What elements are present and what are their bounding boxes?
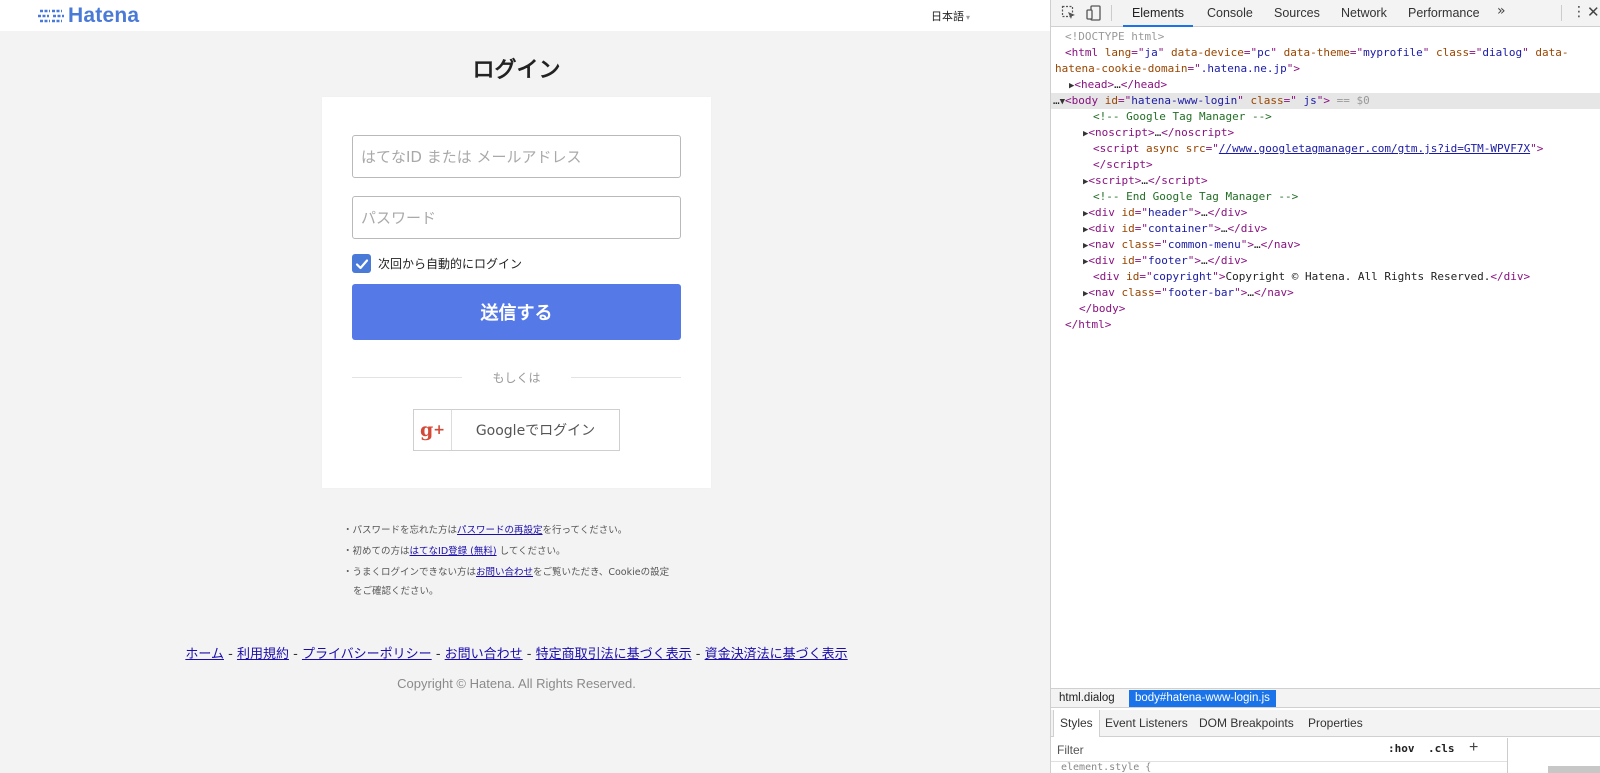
toolbar-divider xyxy=(1561,5,1562,21)
dom-node-selected[interactable]: …▼<body id="hatena-www-login" class=" js… xyxy=(1051,93,1600,109)
dom-node[interactable]: <!-- Google Tag Manager --> xyxy=(1051,109,1600,125)
login-page: Hatena 日本語▾ ログイン 次回から自動的にログイン 送信する もしくは … xyxy=(0,0,1050,773)
dom-node[interactable]: </html> xyxy=(1051,317,1600,333)
tab-dom-breakpoints[interactable]: DOM Breakpoints xyxy=(1193,710,1300,737)
footer-separator: - xyxy=(691,647,705,662)
remember-me-checkbox[interactable] xyxy=(352,254,371,273)
hatena-id-input[interactable] xyxy=(352,135,681,178)
note-contact: ・うまくログインできない方はお問い合わせをご覧いただき、Cookieの設定 xyxy=(343,562,683,583)
dom-node[interactable]: <script async src="//www.googletagmanage… xyxy=(1051,141,1600,157)
note-text: ・パスワードを忘れた方は xyxy=(343,525,458,536)
remember-me-label: 次回から自動的にログイン xyxy=(378,257,523,271)
copyright: Copyright © Hatena. All Rights Reserved. xyxy=(397,676,636,691)
breadcrumb-html[interactable]: html.dialog xyxy=(1053,690,1121,707)
language-selector[interactable]: 日本語 ▾ xyxy=(931,8,970,24)
or-divider: もしくは xyxy=(352,369,681,385)
dom-tree[interactable]: <!DOCTYPE html> <html lang="ja" data-dev… xyxy=(1051,29,1600,685)
tab-styles[interactable]: Styles xyxy=(1053,710,1100,737)
submit-button[interactable]: 送信する xyxy=(352,284,681,340)
password-input[interactable] xyxy=(352,196,681,239)
divider-line xyxy=(571,377,681,378)
top-bar: Hatena 日本語 ▾ xyxy=(0,0,1050,31)
footer-link-payment[interactable]: 資金決済法に基づく表示 xyxy=(705,647,848,662)
language-label: 日本語 xyxy=(930,10,964,23)
inspect-element-icon[interactable] xyxy=(1061,5,1077,21)
tab-performance[interactable]: Performance xyxy=(1408,0,1480,27)
footer-separator: - xyxy=(288,647,302,662)
login-card: 次回から自動的にログイン 送信する もしくは g+ Googleでログイン xyxy=(322,97,711,488)
note-text: をご確認ください。 xyxy=(353,586,439,597)
hatena-logo[interactable]: Hatena xyxy=(38,4,139,28)
google-login-label: Googleでログイン xyxy=(475,423,596,439)
scrollbar-thumb[interactable] xyxy=(1548,766,1600,773)
dom-node[interactable]: <div id="copyright">Copyright © Hatena. … xyxy=(1051,269,1600,285)
dom-node[interactable]: <!DOCTYPE html> xyxy=(1051,29,1600,45)
more-tabs-icon[interactable]: » xyxy=(1497,3,1506,19)
chevron-down-icon: ▾ xyxy=(965,13,970,22)
footer-link-home[interactable]: ホーム xyxy=(185,647,224,662)
note-text: ・初めての方は xyxy=(343,546,410,557)
dom-node[interactable]: ▶<div id="header">…</div> xyxy=(1051,205,1600,221)
google-plus-icon: g + xyxy=(414,410,452,450)
styles-subtabs: Styles Event Listeners DOM Breakpoints P… xyxy=(1051,710,1600,737)
footer-link-contact[interactable]: お問い合わせ xyxy=(445,647,523,662)
dom-node[interactable]: ▶<script>…</script> xyxy=(1051,173,1600,189)
tab-network[interactable]: Network xyxy=(1341,0,1387,27)
footer-separator: - xyxy=(431,647,445,662)
note-text: してください。 xyxy=(496,546,566,557)
toolbar-divider xyxy=(1111,5,1112,21)
note-text: をご覧いただき、Cookieの設定 xyxy=(533,567,670,578)
dom-node[interactable]: ▶<head>…</head> xyxy=(1051,77,1600,93)
note-text: を行ってください。 xyxy=(542,525,628,536)
note-cookie: をご確認ください。 xyxy=(343,581,683,602)
dom-node[interactable]: ▶<nav class="footer-bar">…</nav> xyxy=(1051,285,1600,301)
note-register: ・初めての方ははてなID登録 (無料) してください。 xyxy=(343,541,683,562)
tab-event-listeners[interactable]: Event Listeners xyxy=(1099,710,1194,737)
devtools-panel: Elements Console Sources Network Perform… xyxy=(1050,0,1600,773)
dom-node[interactable]: ▶<noscript>…</noscript> xyxy=(1051,125,1600,141)
dom-breadcrumb: html.dialog body#hatena-www-login.js xyxy=(1051,688,1600,708)
hatena-logo-icon xyxy=(38,9,64,23)
dom-node[interactable]: </script> xyxy=(1051,157,1600,173)
note-reset-password: ・パスワードを忘れた方はパスワードの再設定を行ってください。 xyxy=(343,520,683,541)
footer-link-terms[interactable]: 利用規約 xyxy=(237,647,289,662)
reset-password-link[interactable]: パスワードの再設定 xyxy=(457,525,543,536)
kebab-menu-icon[interactable]: ⋮ xyxy=(1572,4,1586,20)
dom-node[interactable]: ▶<nav class="common-menu">…</nav> xyxy=(1051,237,1600,253)
hover-state-toggle[interactable]: :hov xyxy=(1388,742,1415,755)
dom-node[interactable]: </body> xyxy=(1051,301,1600,317)
dom-node[interactable]: <html lang="ja" data-device="pc" data-th… xyxy=(1051,45,1600,61)
styles-rule: element.style { xyxy=(1061,762,1152,773)
register-link[interactable]: はてなID登録 (無料) xyxy=(410,546,497,557)
note-text: ・うまくログインできない方は xyxy=(343,567,477,578)
device-toolbar-icon[interactable] xyxy=(1086,5,1102,21)
footer-link-privacy[interactable]: プライバシーポリシー xyxy=(302,647,432,662)
dom-node[interactable]: <!-- End Google Tag Manager --> xyxy=(1051,189,1600,205)
tab-sources[interactable]: Sources xyxy=(1274,0,1320,27)
dom-node[interactable]: ▶<div id="container">…</div> xyxy=(1051,221,1600,237)
logo-text: Hatena xyxy=(68,4,140,27)
footer-separator: - xyxy=(522,647,536,662)
remember-me-row[interactable]: 次回から自動的にログイン xyxy=(352,254,522,273)
contact-link[interactable]: お問い合わせ xyxy=(476,567,533,578)
help-notes: ・パスワードを忘れた方はパスワードの再設定を行ってください。 ・初めての方ははて… xyxy=(343,520,683,602)
footer-links: ホーム - 利用規約 - プライバシーポリシー - お問い合わせ - 特定商取引… xyxy=(0,643,1033,662)
tab-properties[interactable]: Properties xyxy=(1302,710,1369,737)
dom-node[interactable]: hatena-cookie-domain=".hatena.ne.jp"> xyxy=(1051,61,1600,77)
devtools-toolbar: Elements Console Sources Network Perform… xyxy=(1051,0,1600,27)
close-icon[interactable]: ✕ xyxy=(1587,3,1600,21)
class-toggle[interactable]: .cls xyxy=(1428,742,1455,755)
google-login-button[interactable]: g + Googleでログイン xyxy=(413,409,620,451)
computed-side-pane xyxy=(1507,738,1600,773)
add-rule-icon[interactable]: + xyxy=(1469,739,1478,757)
footer-link-commerce[interactable]: 特定商取引法に基づく表示 xyxy=(536,647,692,662)
tab-elements[interactable]: Elements xyxy=(1123,0,1193,27)
tab-console[interactable]: Console xyxy=(1207,0,1253,27)
styles-filter-input[interactable] xyxy=(1057,742,1357,758)
page-title: ログイン xyxy=(472,58,561,83)
footer-separator: - xyxy=(223,647,237,662)
breadcrumb-body[interactable]: body#hatena-www-login.js xyxy=(1129,690,1276,707)
check-icon xyxy=(355,258,368,269)
dom-node[interactable]: ▶<div id="footer">…</div> xyxy=(1051,253,1600,269)
